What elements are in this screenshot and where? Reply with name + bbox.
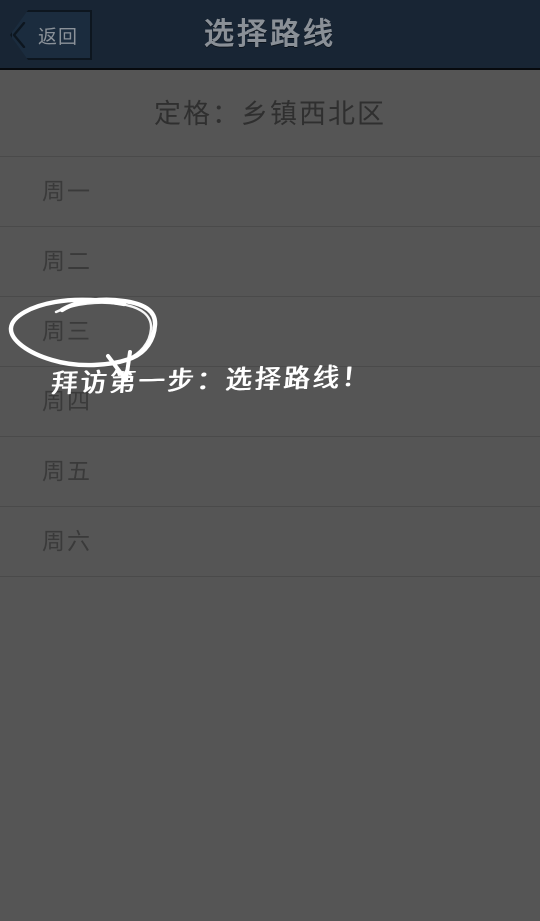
list-item[interactable]: 周四 [0,367,540,437]
route-list: 周一 周二 周三 周四 周五 周六 [0,157,540,577]
list-item-label: 周三 [42,319,92,345]
list-item-label: 周二 [42,249,92,275]
page-title: 选择路线 [204,17,336,52]
navigation-bar: 返回 选择路线 [0,0,540,70]
list-item-label: 周六 [42,529,92,555]
list-item[interactable]: 周三 [0,297,540,367]
list-item[interactable]: 周六 [0,507,540,577]
list-item[interactable]: 周一 [0,157,540,227]
list-item[interactable]: 周二 [0,227,540,297]
list-item[interactable]: 周五 [0,437,540,507]
app-screen: 返回 选择路线 定格：乡镇西北区 周一 周二 周三 周四 周五 周六 拜访第一步… [0,0,540,921]
list-item-label: 周一 [42,179,92,205]
list-item-label: 周五 [42,459,92,485]
section-header: 定格：乡镇西北区 [0,72,540,157]
list-item-label: 周四 [42,389,92,415]
